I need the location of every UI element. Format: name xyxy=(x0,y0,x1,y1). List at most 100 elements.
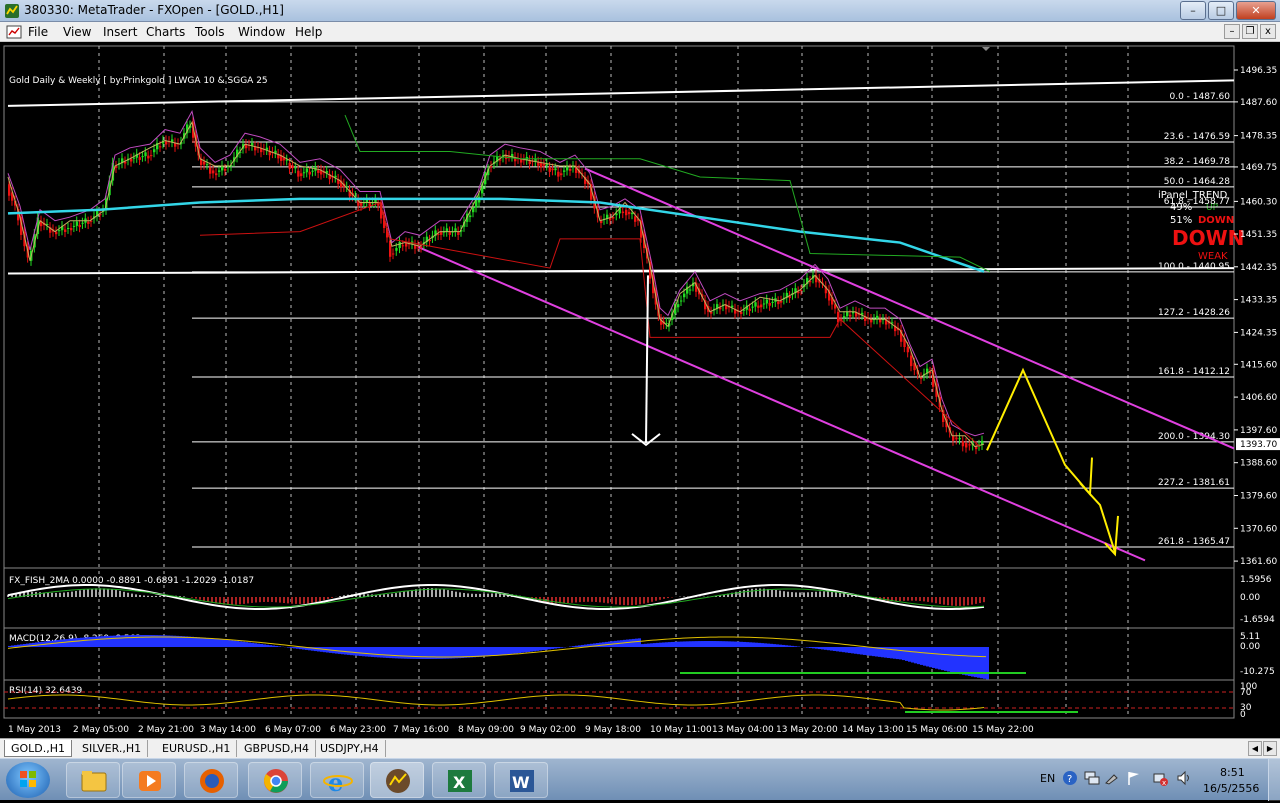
candle-body xyxy=(628,212,630,214)
macd-histogram-bar xyxy=(677,642,680,647)
macd-histogram-bar xyxy=(899,647,902,659)
macd-histogram-bar xyxy=(833,647,836,651)
svg-text:x: x xyxy=(1162,779,1166,786)
price-chart[interactable]: Gold Daily & Weekly [ by:Prinkgold ] LWG… xyxy=(0,42,1280,738)
macd-histogram-bar xyxy=(638,638,641,647)
macd-histogram-bar xyxy=(653,643,656,647)
mdi-minimize-button[interactable]: – xyxy=(1224,24,1240,39)
mdi-restore-button[interactable]: ❐ xyxy=(1242,24,1258,39)
language-indicator[interactable]: EN xyxy=(1040,772,1055,785)
macd-histogram-bar xyxy=(404,647,407,659)
menu-view[interactable]: View xyxy=(63,25,91,39)
candle-body xyxy=(749,309,751,311)
explorer-taskbar-icon[interactable] xyxy=(66,762,120,798)
macd-histogram-bar xyxy=(662,642,665,647)
macd-histogram-bar xyxy=(575,646,578,647)
macd-histogram-bar xyxy=(188,637,191,647)
metatrader-taskbar-icon[interactable] xyxy=(370,762,424,798)
macd-axis-label: 5.11 xyxy=(1240,632,1260,642)
internet-explorer-taskbar-icon[interactable]: e xyxy=(310,762,364,798)
macd-histogram-bar xyxy=(251,643,254,647)
price-axis-label: 1379.60 xyxy=(1240,491,1277,501)
media-player-taskbar-icon[interactable] xyxy=(122,762,176,798)
macd-histogram-bar xyxy=(626,640,629,647)
chart-window[interactable]: Gold Daily & Weekly [ by:Prinkgold ] LWG… xyxy=(0,42,1280,738)
menu-insert[interactable]: Insert xyxy=(103,25,137,39)
time-axis-label: 10 May 11:00 xyxy=(650,725,712,735)
tab-gold-h1[interactable]: GOLD.,H1 xyxy=(4,740,72,757)
macd-histogram-bar xyxy=(740,642,743,647)
macd-histogram-bar xyxy=(650,643,653,647)
macd-histogram-bar xyxy=(935,647,938,669)
help-tray-icon[interactable]: ? xyxy=(1062,770,1078,786)
macd-histogram-bar xyxy=(92,637,95,647)
macd-histogram-bar xyxy=(770,644,773,647)
word-taskbar-icon[interactable]: W xyxy=(494,762,548,798)
candle-body xyxy=(76,222,78,226)
candle-body xyxy=(763,303,765,304)
start-button[interactable] xyxy=(6,762,50,798)
chrome-taskbar-icon[interactable] xyxy=(248,762,302,798)
candle-body xyxy=(289,163,291,169)
time-axis-label: 2 May 21:00 xyxy=(138,725,194,735)
macd-histogram-bar xyxy=(890,647,893,658)
macd-histogram-bar xyxy=(965,647,968,675)
tab-scroll-right-button[interactable]: ▶ xyxy=(1263,741,1277,756)
macd-histogram-bar xyxy=(782,645,785,647)
macd-histogram-bar xyxy=(233,641,236,647)
candle-body xyxy=(771,302,773,303)
candle-body xyxy=(150,155,152,156)
tab-eurusd-h1[interactable]: EURUSD.,H1 xyxy=(156,740,237,757)
firefox-taskbar-icon[interactable] xyxy=(184,762,238,798)
macd-histogram-bar xyxy=(731,641,734,647)
macd-histogram-bar xyxy=(893,647,896,659)
network-tray-icon[interactable] xyxy=(1084,771,1100,785)
excel-taskbar-icon[interactable]: X xyxy=(432,762,486,798)
macd-histogram-bar xyxy=(950,647,953,672)
macd-histogram-bar xyxy=(242,642,245,647)
tab-silver-h1[interactable]: SILVER.,H1 xyxy=(76,740,148,757)
macd-histogram-bar xyxy=(83,637,86,647)
chart-window-icon[interactable] xyxy=(6,24,22,40)
close-button[interactable]: ✕ xyxy=(1236,1,1276,20)
price-axis-label: 1433.35 xyxy=(1240,296,1277,306)
network-warning-tray-icon[interactable]: x xyxy=(1152,770,1168,786)
macd-histogram-bar xyxy=(854,647,857,654)
tab-gbpusd-h4[interactable]: GBPUSD,H4 xyxy=(238,740,316,757)
macd-histogram-bar xyxy=(482,647,485,657)
menu-tools[interactable]: Tools xyxy=(195,25,225,39)
fibonacci-level-label: 261.8 - 1365.47 xyxy=(1158,537,1230,547)
macd-histogram-bar xyxy=(374,647,377,657)
macd-histogram-bar xyxy=(668,642,671,647)
volume-tray-icon[interactable] xyxy=(1176,770,1192,786)
macd-histogram-bar xyxy=(557,647,560,648)
tool-tray-icon[interactable] xyxy=(1104,771,1120,785)
action-center-flag-icon[interactable] xyxy=(1126,770,1142,786)
macd-histogram-bar xyxy=(269,645,272,647)
menu-file[interactable]: File xyxy=(28,25,48,39)
candle-body xyxy=(153,149,155,152)
show-desktop-button[interactable] xyxy=(1268,759,1280,801)
maximize-button[interactable]: □ xyxy=(1208,1,1234,20)
ipanel-strength-label: WEAK xyxy=(1198,251,1228,262)
macd-histogram-bar xyxy=(596,643,599,647)
macd-histogram-bar xyxy=(278,646,281,647)
fibonacci-level-label: 100.0 - 1440.95 xyxy=(1158,262,1230,272)
tab-usdjpy-h4[interactable]: USDJPY,H4 xyxy=(314,740,386,757)
windows-taskbar: e X W EN ? x 8:51 16/5/2556 xyxy=(0,758,1280,800)
macd-histogram-bar xyxy=(734,642,737,647)
tab-scroll-left-button[interactable]: ◀ xyxy=(1248,741,1262,756)
clock-time[interactable]: 8:51 xyxy=(1220,766,1245,779)
clock-date[interactable]: 16/5/2556 xyxy=(1203,782,1259,795)
macd-histogram-bar xyxy=(383,647,386,658)
menu-help[interactable]: Help xyxy=(295,25,322,39)
macd-histogram-bar xyxy=(500,647,503,655)
minimize-button[interactable]: – xyxy=(1180,1,1206,20)
candle-body xyxy=(203,162,205,165)
menu-charts[interactable]: Charts xyxy=(146,25,185,39)
menu-window[interactable]: Window xyxy=(238,25,285,39)
mdi-close-button[interactable]: x xyxy=(1260,24,1276,39)
candle-body xyxy=(910,356,912,367)
macd-histogram-bar xyxy=(62,639,65,647)
macd-histogram-bar xyxy=(914,647,917,663)
